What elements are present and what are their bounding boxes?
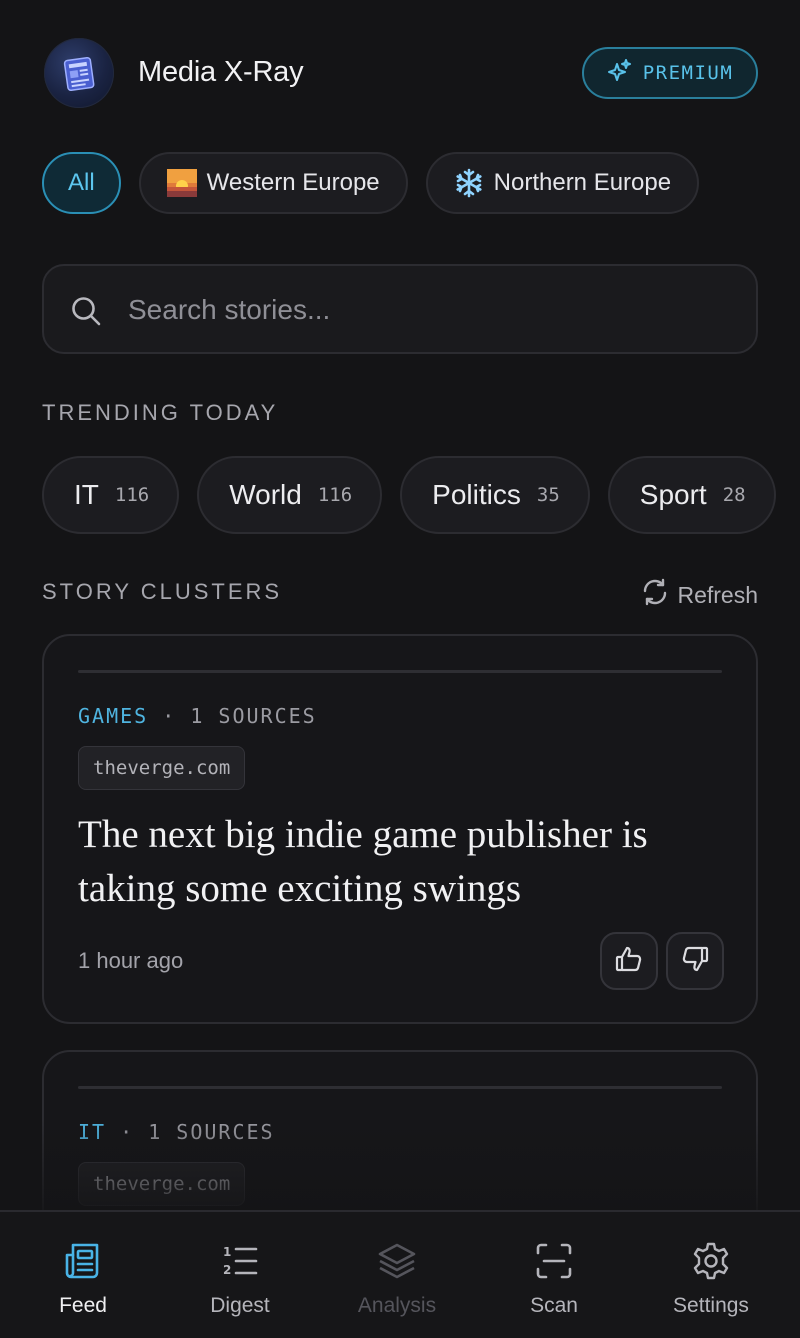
trending-topics: IT 116 World 116 Politics 35 Sport 28 <box>42 456 776 534</box>
refresh-icon <box>641 578 669 612</box>
region-chip-northern-europe[interactable]: Northern Europe <box>425 152 700 214</box>
topic-name: Politics <box>432 479 521 510</box>
topic-chip-world[interactable]: World 116 <box>197 456 383 534</box>
snowflake-icon <box>454 168 484 198</box>
card-meta: GAMES · 1 SOURCES <box>78 704 317 728</box>
nav-item-analysis[interactable]: Analysis <box>322 1212 472 1338</box>
topic-count: 35 <box>536 484 560 506</box>
feed-icon <box>62 1240 104 1282</box>
region-chip-label: Western Europe <box>206 169 380 196</box>
refresh-button[interactable]: Refresh <box>641 578 758 612</box>
svg-text:1: 1 <box>223 1245 231 1259</box>
card-meta: IT · 1 SOURCES <box>78 1120 275 1144</box>
card-source-count: 1 SOURCES <box>148 1120 275 1144</box>
search-bar <box>42 264 758 354</box>
sparkle-icon <box>607 58 633 89</box>
gear-icon <box>690 1240 732 1282</box>
card-category: GAMES <box>78 704 149 728</box>
nav-label: Analysis <box>357 1294 437 1317</box>
topic-name: Sport <box>639 479 707 510</box>
topic-name: World <box>229 479 302 510</box>
thumbs-up-button[interactable] <box>600 932 658 990</box>
topic-name: IT <box>74 479 99 510</box>
header: Media X-Ray PREMIUM <box>42 38 758 108</box>
nav-label: Feed <box>59 1294 107 1317</box>
nav-label: Scan <box>530 1294 578 1317</box>
topic-count: 116 <box>317 484 353 506</box>
topic-chip-it[interactable]: IT 116 <box>42 456 180 534</box>
nav-label: Settings <box>673 1294 749 1317</box>
region-chip-all[interactable]: All <box>42 152 121 214</box>
premium-label: PREMIUM <box>642 62 734 84</box>
app-title: Media X-Ray <box>138 56 304 88</box>
region-chip-western-europe[interactable]: Western Europe <box>138 152 408 214</box>
card-divider <box>78 670 722 673</box>
nav-item-scan[interactable]: Scan <box>479 1212 629 1338</box>
card-source-count: 1 SOURCES <box>190 704 317 728</box>
nav-label: Digest <box>210 1294 270 1317</box>
region-filter: All Western Europe Northern Europe <box>42 152 700 214</box>
premium-button[interactable]: PREMIUM <box>582 47 758 99</box>
thumbs-down-button[interactable] <box>666 932 724 990</box>
layers-icon <box>376 1240 418 1282</box>
source-tag[interactable]: theverge.com <box>78 1162 246 1206</box>
thumbs-up-icon <box>614 944 644 979</box>
source-tag[interactable]: theverge.com <box>78 746 246 790</box>
card-divider <box>78 1086 722 1089</box>
clusters-title: STORY CLUSTERS <box>42 579 283 604</box>
card-headline[interactable]: The next big indie game publisher is tak… <box>78 808 718 916</box>
nav-item-settings[interactable]: Settings <box>636 1212 786 1338</box>
topic-chip-sport[interactable]: Sport 28 <box>607 456 776 534</box>
topic-chip-politics[interactable]: Politics 35 <box>400 456 590 534</box>
refresh-label: Refresh <box>677 581 758 608</box>
nav-item-digest[interactable]: 1 2 Digest <box>165 1212 315 1338</box>
app-root: Media X-Ray PREMIUM All Western Europe N… <box>0 0 800 1338</box>
bottom-nav: Feed 1 2 Digest Analysis Scan Settings <box>0 1210 800 1338</box>
search-input[interactable] <box>128 286 728 334</box>
region-chip-label: Northern Europe <box>493 169 672 196</box>
sunrise-flag-icon <box>166 169 197 197</box>
card-category: IT <box>78 1120 107 1144</box>
story-card[interactable]: GAMES · 1 SOURCES theverge.com The next … <box>42 634 758 1024</box>
newspaper-icon <box>44 38 114 108</box>
meta-separator: · <box>148 704 191 728</box>
svg-text:2: 2 <box>223 1263 231 1277</box>
numbered-list-icon: 1 2 <box>219 1240 261 1282</box>
search-icon <box>70 295 102 332</box>
scan-icon <box>533 1240 575 1282</box>
card-timestamp: 1 hour ago <box>78 948 184 973</box>
meta-separator: · <box>106 1120 149 1144</box>
thumbs-down-icon <box>680 944 710 979</box>
nav-item-feed[interactable]: Feed <box>8 1212 158 1338</box>
topic-count: 28 <box>722 484 746 506</box>
trending-title: TRENDING TODAY <box>42 400 279 425</box>
region-chip-label: All <box>68 169 95 196</box>
topic-count: 116 <box>114 484 150 506</box>
